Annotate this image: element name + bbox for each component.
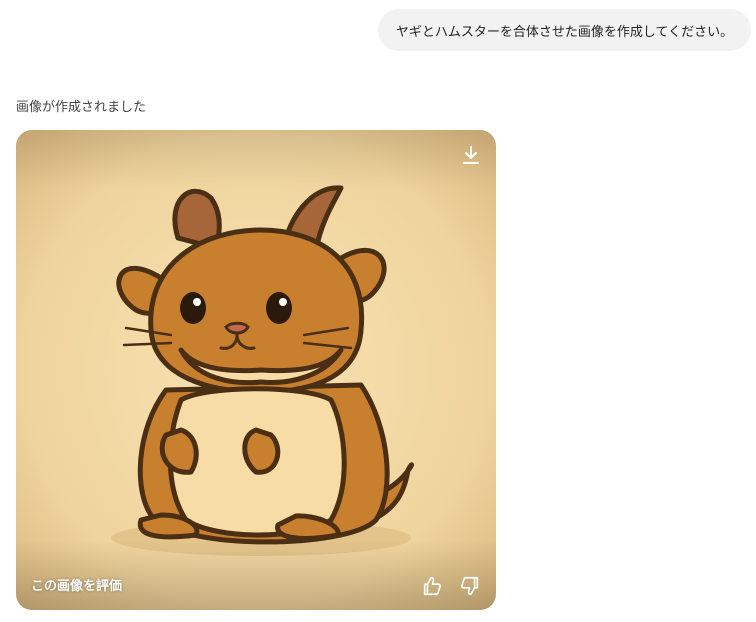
chat-page: ヤギとハムスターを合体させた画像を作成してください。 画像が作成されました この… [0, 0, 756, 622]
generated-image-card[interactable]: この画像を評価 [16, 130, 496, 610]
goat-hamster-image[interactable] [16, 130, 496, 610]
user-message-bubble: ヤギとハムスターを合体させた画像を作成してください。 [378, 9, 751, 51]
download-icon [463, 146, 479, 164]
thumbs-down-icon [460, 576, 479, 596]
assistant-status-text: 画像が作成されました [16, 100, 147, 115]
thumbs-up-icon [423, 576, 442, 596]
thumbs-down-button[interactable] [456, 572, 484, 600]
download-button[interactable] [458, 142, 484, 168]
rate-image-label: この画像を評価 [31, 579, 123, 594]
thumbs-up-button[interactable] [418, 572, 446, 600]
user-message-text: ヤギとハムスターを合体させた画像を作成してください。 [395, 24, 734, 40]
